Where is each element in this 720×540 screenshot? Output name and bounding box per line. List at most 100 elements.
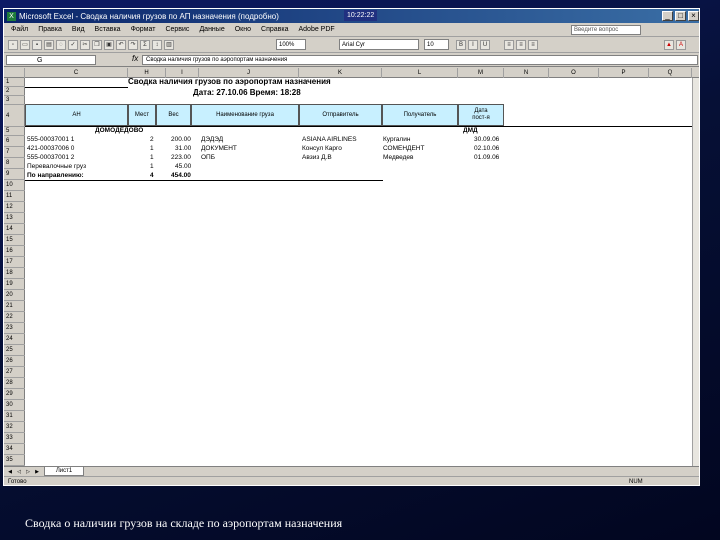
fx-icon[interactable]: fx — [132, 54, 138, 63]
total-rule — [25, 180, 383, 181]
column-header-q[interactable]: Q — [649, 68, 692, 78]
menu-insert[interactable]: Вставка — [90, 26, 126, 33]
row-header[interactable]: 21 — [4, 301, 25, 312]
row-header[interactable]: 7 — [4, 147, 25, 158]
menu-data[interactable]: Данные — [194, 26, 229, 33]
row-header[interactable]: 35 — [4, 455, 25, 466]
num-lock-indicator: NUM — [629, 479, 643, 485]
row-header[interactable]: 33 — [4, 433, 25, 444]
undo-icon[interactable]: ↶ — [116, 39, 126, 50]
underline-icon[interactable]: U — [480, 40, 490, 50]
row-header[interactable]: 9 — [4, 169, 25, 180]
row-header[interactable]: 32 — [4, 422, 25, 433]
align-center-icon[interactable]: ≡ — [516, 40, 526, 50]
row-header[interactable]: 26 — [4, 356, 25, 367]
sheet-tab[interactable]: Лист1 — [44, 467, 84, 476]
menu-window[interactable]: Окно — [230, 26, 256, 33]
row-header[interactable]: 23 — [4, 323, 25, 334]
spreadsheet-grid[interactable]: C H I J K L M N O P Q 1 2 3 4 5 6 7 8 9 10 11 12 13 1… — [4, 68, 699, 466]
close-button[interactable]: × — [688, 11, 699, 21]
row-header[interactable]: 19 — [4, 279, 25, 290]
save-icon[interactable]: ▪ — [32, 39, 42, 50]
column-header-m[interactable]: M — [458, 68, 504, 78]
select-all-corner[interactable] — [4, 68, 25, 78]
row-header[interactable]: 31 — [4, 411, 25, 422]
menu-help[interactable]: Справка — [256, 26, 293, 33]
row-header[interactable]: 28 — [4, 378, 25, 389]
row-header[interactable]: 24 — [4, 334, 25, 345]
places-cell: 1 — [150, 145, 154, 152]
row-header[interactable]: 34 — [4, 444, 25, 455]
row-header[interactable]: 2 — [4, 87, 25, 96]
print-icon[interactable]: ▤ — [44, 39, 54, 50]
row-header[interactable]: 14 — [4, 224, 25, 235]
next-sheet-icon[interactable]: ▷ — [24, 468, 32, 476]
minimize-button[interactable]: _ — [662, 11, 673, 21]
font-color-icon[interactable]: A — [676, 40, 686, 50]
sort-icon[interactable]: ↕ — [152, 39, 162, 50]
menu-adobe-pdf[interactable]: Adobe PDF — [293, 26, 339, 33]
menu-format[interactable]: Формат — [126, 26, 161, 33]
paste-icon[interactable]: ▣ — [104, 39, 114, 50]
spell-icon[interactable]: ✓ — [68, 39, 78, 50]
row-header[interactable]: 22 — [4, 312, 25, 323]
group-name: ДОМОДЕДОВО — [95, 127, 144, 134]
column-header-c[interactable]: C — [25, 68, 128, 78]
row-header[interactable]: 1 — [4, 78, 25, 87]
align-left-icon[interactable]: ≡ — [504, 40, 514, 50]
row-header[interactable]: 13 — [4, 213, 25, 224]
ask-question-input[interactable]: Введите вопрос — [571, 25, 641, 35]
name-box[interactable]: G — [6, 55, 96, 65]
row-header[interactable]: 30 — [4, 400, 25, 411]
receiver-cell: СОМЕНДЕНТ — [383, 145, 425, 152]
column-header-n[interactable]: N — [504, 68, 549, 78]
row-header[interactable]: 8 — [4, 158, 25, 169]
vertical-scrollbar[interactable] — [692, 78, 699, 466]
italic-icon[interactable]: I — [468, 40, 478, 50]
cut-icon[interactable]: ✂ — [80, 39, 90, 50]
row-header[interactable]: 27 — [4, 367, 25, 378]
menu-edit[interactable]: Правка — [33, 26, 67, 33]
menu-view[interactable]: Вид — [67, 26, 90, 33]
copy-icon[interactable]: ❐ — [92, 39, 102, 50]
formula-input[interactable]: Сводка наличия грузов по аэропортам назн… — [142, 55, 698, 65]
last-sheet-icon[interactable]: ▶ — [33, 468, 41, 476]
row-header[interactable]: 6 — [4, 136, 25, 147]
places-cell: 2 — [150, 136, 154, 143]
redo-icon[interactable]: ↷ — [128, 39, 138, 50]
chart-icon[interactable]: ▥ — [164, 39, 174, 50]
row-header[interactable]: 4 — [4, 105, 25, 127]
row-header[interactable]: 18 — [4, 268, 25, 279]
open-icon[interactable]: ▭ — [20, 39, 30, 50]
row-header[interactable]: 25 — [4, 345, 25, 356]
row-header[interactable]: 29 — [4, 389, 25, 400]
row-header[interactable]: 12 — [4, 202, 25, 213]
prev-sheet-icon[interactable]: ◁ — [15, 468, 23, 476]
row-header[interactable]: 20 — [4, 290, 25, 301]
row-header[interactable]: 16 — [4, 246, 25, 257]
zoom-select[interactable]: 100% — [276, 39, 306, 50]
align-right-icon[interactable]: ≡ — [528, 40, 538, 50]
font-name-select[interactable]: Arial Cyr — [339, 39, 419, 50]
row-header[interactable]: 10 — [4, 180, 25, 191]
fill-color-icon[interactable]: ▲ — [664, 40, 674, 50]
menu-tools[interactable]: Сервис — [160, 26, 194, 33]
column-header-l[interactable]: L — [382, 68, 458, 78]
font-size-select[interactable]: 10 — [424, 39, 449, 50]
preview-icon[interactable]: ◌ — [56, 39, 66, 50]
sheet-tab-bar: ◀ ◁ ▷ ▶ Лист1 — [4, 466, 699, 476]
column-header-p[interactable]: P — [599, 68, 649, 78]
row-header[interactable]: 5 — [4, 127, 25, 136]
row-header[interactable]: 3 — [4, 96, 25, 105]
sum-icon[interactable]: Σ — [140, 39, 150, 50]
bold-icon[interactable]: B — [456, 40, 466, 50]
new-icon[interactable]: ▫ — [8, 39, 18, 50]
row-header[interactable]: 11 — [4, 191, 25, 202]
maximize-button[interactable]: □ — [675, 11, 686, 21]
row-header[interactable]: 17 — [4, 257, 25, 268]
row-header[interactable]: 15 — [4, 235, 25, 246]
menu-file[interactable]: Файл — [6, 26, 33, 33]
formula-bar: G fx Сводка наличия грузов по аэропортам… — [4, 53, 699, 67]
column-header-o[interactable]: O — [549, 68, 599, 78]
first-sheet-icon[interactable]: ◀ — [6, 468, 14, 476]
